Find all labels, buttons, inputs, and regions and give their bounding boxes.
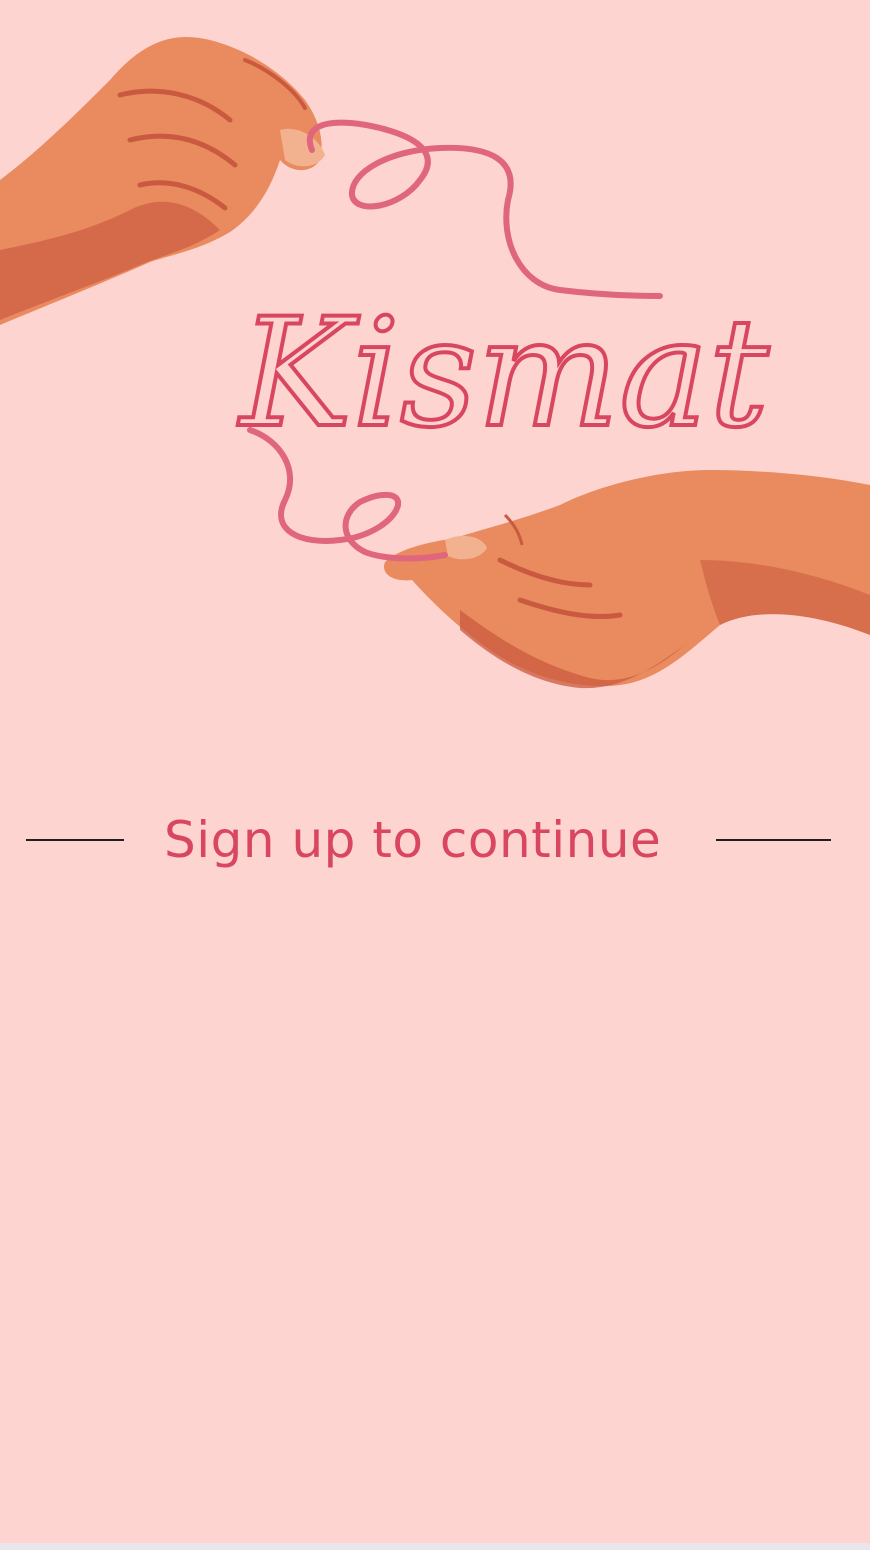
divider-right — [716, 839, 831, 841]
app-logo-text: Kismat — [237, 287, 770, 461]
hands-thread-illustration: Kismat — [0, 36, 870, 689]
bottom-bar — [0, 1543, 870, 1550]
signup-divider-row: Sign up to continue — [0, 805, 870, 875]
signup-link[interactable]: Sign up to continue — [164, 805, 684, 875]
welcome-screen: Kismat Sign up to continue — [0, 0, 870, 1550]
upper-hand-icon — [0, 36, 325, 326]
hero-illustration: Kismat — [0, 0, 870, 720]
lower-hand-icon — [384, 470, 870, 689]
divider-left — [26, 839, 124, 841]
